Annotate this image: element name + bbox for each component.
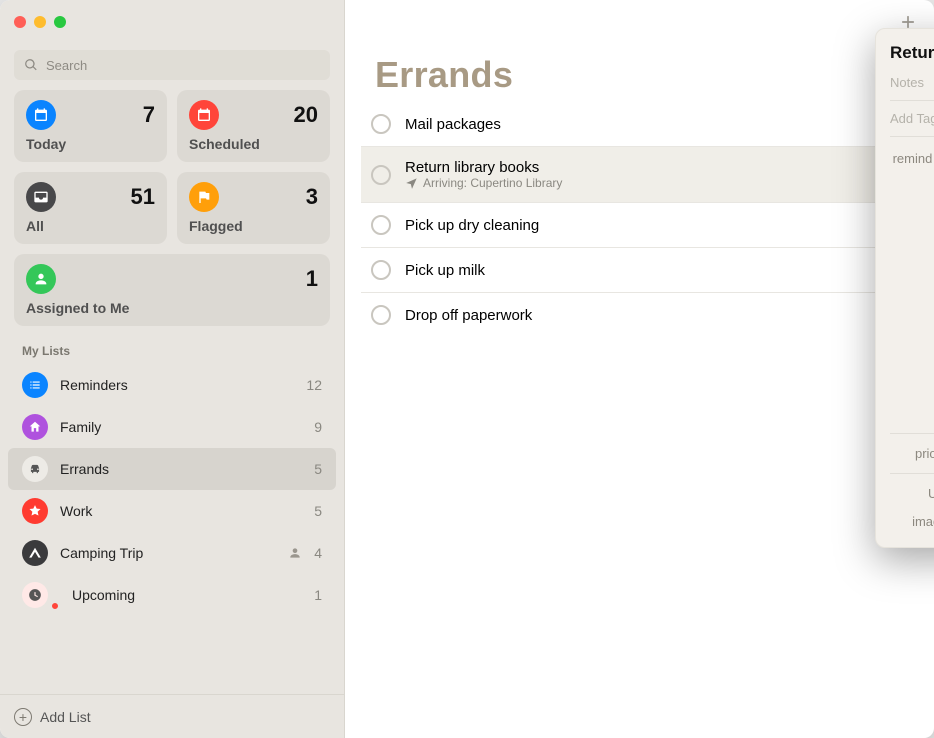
- images-label: images: [890, 514, 934, 529]
- clock-icon: [22, 582, 48, 608]
- smart-lists-grid: 7 Today 20 Scheduled 51: [0, 90, 344, 326]
- reminder-title: Return library books: [405, 159, 562, 176]
- list-name: Work: [60, 503, 302, 519]
- reminder-title: Mail packages: [405, 116, 501, 133]
- list-name: Family: [60, 419, 302, 435]
- reminder-inspector-popover: Return library books Notes Add Tags remi…: [875, 28, 934, 548]
- flag-icon: [189, 182, 219, 212]
- list-name: Camping Trip: [60, 545, 276, 561]
- search-field[interactable]: Search: [14, 50, 330, 80]
- url-label: URL: [890, 486, 934, 501]
- reminder-title: Pick up milk: [405, 262, 485, 279]
- sidebar-list-camping-trip[interactable]: Camping Trip 4: [8, 532, 336, 574]
- smart-scheduled[interactable]: 20 Scheduled: [177, 90, 330, 162]
- person-icon: [26, 264, 56, 294]
- minimize-window-button[interactable]: [34, 16, 46, 28]
- list-count: 5: [314, 503, 322, 519]
- plus-icon: +: [14, 708, 32, 726]
- reminder-title: Drop off paperwork: [405, 307, 532, 324]
- inspector-title[interactable]: Return library books: [890, 43, 934, 63]
- remind-me-label: remind me: [890, 149, 934, 166]
- shared-icon: [288, 546, 302, 560]
- complete-checkbox[interactable]: [371, 215, 391, 235]
- sidebar-list-errands[interactable]: Errands 5: [8, 448, 336, 490]
- list-count: 5: [314, 461, 322, 477]
- sidebar-list-family[interactable]: Family 9: [8, 406, 336, 448]
- my-lists-header: My Lists: [0, 326, 344, 364]
- tray-icon: [26, 182, 56, 212]
- complete-checkbox[interactable]: [371, 260, 391, 280]
- smart-today[interactable]: 7 Today: [14, 90, 167, 162]
- complete-checkbox[interactable]: [371, 305, 391, 325]
- add-list-label: Add List: [40, 709, 91, 725]
- zoom-window-button[interactable]: [54, 16, 66, 28]
- tags-field[interactable]: Add Tags: [876, 107, 934, 130]
- smart-assigned[interactable]: 1 Assigned to Me: [14, 254, 330, 326]
- main-toolbar: [345, 0, 934, 44]
- location-icon: [405, 176, 419, 190]
- smart-all[interactable]: 51 All: [14, 172, 167, 244]
- tent-icon: [22, 540, 48, 566]
- close-window-button[interactable]: [14, 16, 26, 28]
- list-icon: [22, 372, 48, 398]
- complete-checkbox[interactable]: [371, 114, 391, 134]
- reminder-subtitle: Arriving: Cupertino Library: [405, 176, 562, 190]
- window-titlebar: [0, 0, 344, 44]
- search-icon: [24, 58, 38, 72]
- list-name: Reminders: [60, 377, 294, 393]
- complete-checkbox[interactable]: [371, 165, 391, 185]
- traffic-lights: [14, 16, 66, 28]
- reminder-row[interactable]: Pick up dry cleaning: [361, 203, 918, 248]
- sidebar: Search 7 Today 20 Schedule: [0, 0, 345, 738]
- reminder-row[interactable]: Mail packages: [361, 102, 918, 147]
- add-list-button[interactable]: + Add List: [0, 694, 344, 738]
- reminder-row[interactable]: Pick up milk: [361, 248, 918, 293]
- notes-field[interactable]: Notes: [876, 71, 934, 94]
- list-count: 4: [314, 545, 322, 561]
- reminders-list: Mail packages Return library booksArrivin…: [345, 102, 934, 337]
- search-placeholder: Search: [46, 58, 87, 73]
- reminder-row[interactable]: Return library booksArriving: Cupertino …: [361, 147, 918, 203]
- main-pane: Errands 5 Mail packagesReturn library bo…: [345, 0, 934, 738]
- sidebar-list-work[interactable]: Work 5: [8, 490, 336, 532]
- star-icon: [22, 498, 48, 524]
- list-count: 1: [314, 587, 322, 603]
- list-name: Upcoming: [72, 587, 302, 603]
- list-title: Errands: [345, 44, 934, 102]
- list-name: Errands: [60, 461, 302, 477]
- home-icon: [22, 414, 48, 440]
- reminders-window: Search 7 Today 20 Schedule: [0, 0, 934, 738]
- reminder-row[interactable]: Drop off paperwork: [361, 293, 918, 337]
- sidebar-list-reminders[interactable]: Reminders 12: [8, 364, 336, 406]
- calendar-today-icon: [26, 100, 56, 130]
- reminder-title: Pick up dry cleaning: [405, 217, 539, 234]
- list-count: 12: [306, 377, 322, 393]
- priority-label: priority: [890, 446, 934, 461]
- calendar-icon: [189, 100, 219, 130]
- smart-flagged[interactable]: 3 Flagged: [177, 172, 330, 244]
- sidebar-list-upcoming[interactable]: Upcoming 1: [8, 574, 336, 616]
- car-icon: [22, 456, 48, 482]
- lists-container: Reminders 12 Family 9 Errands 5 Work 5 Camping T…: [0, 364, 344, 694]
- list-count: 9: [314, 419, 322, 435]
